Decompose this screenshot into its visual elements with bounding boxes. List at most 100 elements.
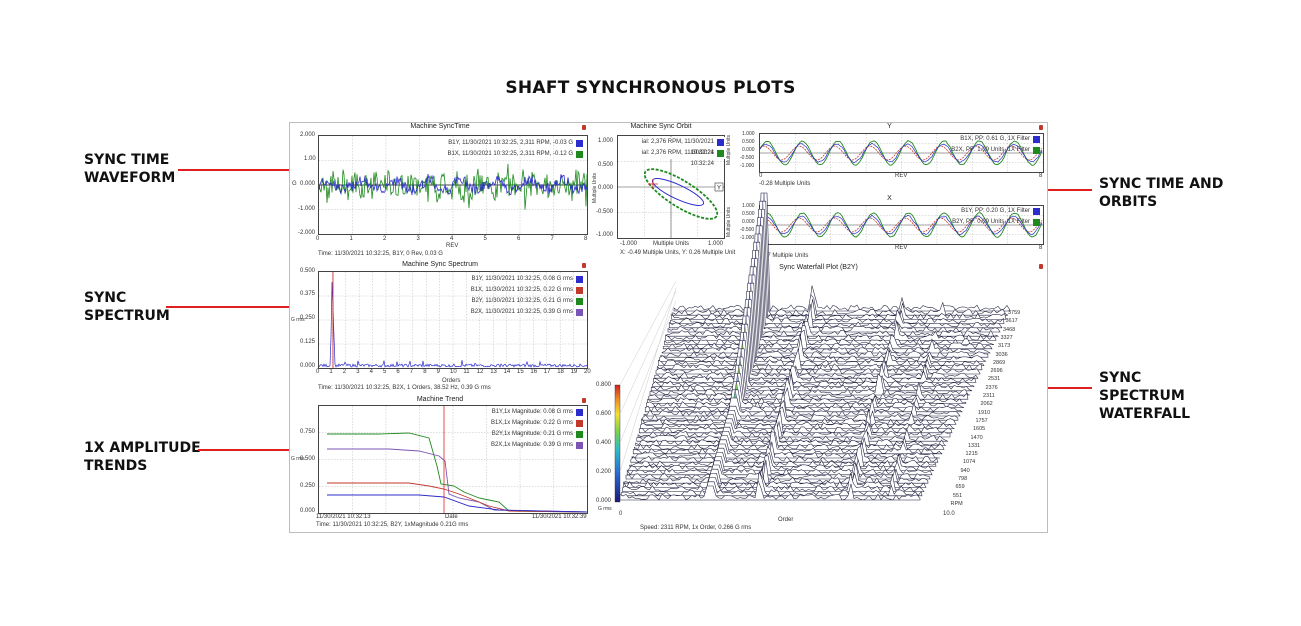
- y-axis-label: G: [292, 181, 297, 187]
- leader-line-amplitude-trends: [198, 449, 295, 451]
- trend-plot-area[interactable]: B1Y,1x Magnitude: 0.08 G rms B1X,1x Magn…: [318, 405, 588, 514]
- rpm-label: 3468: [1003, 326, 1016, 333]
- pin-icon[interactable]: [582, 398, 586, 403]
- x-tick: 1: [349, 236, 353, 242]
- y-tick: -0.500: [740, 155, 755, 161]
- y-tick: 0.000: [300, 181, 316, 187]
- x-tick: 8: [423, 369, 427, 375]
- rpm-label: 1331: [968, 442, 981, 449]
- rpm-label: 3617: [1005, 318, 1018, 325]
- legend-item-orbit-1[interactable]: ial: 2,376 RPM, 11/30/2021 10:32:24: [626, 137, 726, 156]
- y-axis-label: Multiple Units: [726, 134, 733, 166]
- rpm-label: 2376: [985, 384, 998, 391]
- rpm-label: 551: [953, 492, 963, 499]
- rpm-label: 1605: [973, 426, 986, 433]
- rpm-label: RPM: [950, 500, 963, 507]
- y-tick: 0.500: [598, 162, 614, 168]
- x-tick: 12: [476, 369, 484, 375]
- colorbar-tick: 0.600: [596, 411, 612, 417]
- x-tick: 5: [383, 369, 387, 375]
- pin-icon[interactable]: [582, 263, 586, 268]
- x-tick: 5: [483, 236, 487, 242]
- probe-y-title: Y: [887, 123, 892, 130]
- legend-item-orbit-2[interactable]: ial: 2,376 RPM, 11/30/2021 10:32:24: [626, 148, 726, 167]
- y-tick: -1.000: [740, 163, 755, 169]
- svg-text:Y: Y: [717, 186, 721, 192]
- colorbar-tick: 0.200: [596, 469, 612, 475]
- x-tick: 18: [557, 369, 564, 375]
- legend-item-b1y[interactable]: B1Y,1x Magnitude: 0.08 G rms: [475, 407, 585, 418]
- rpm-label: 3327: [1000, 334, 1013, 341]
- legend-item-b2x[interactable]: B2X, 11/30/2021 10:32:25, 0.39 G rms: [435, 307, 585, 318]
- y-tick: 0.000: [300, 508, 316, 514]
- x-tick: 16: [530, 369, 538, 375]
- sync-spectrum-title: Machine Sync Spectrum: [402, 261, 478, 268]
- x-axis-end: 11/30/2021 10:32:39: [532, 514, 587, 520]
- y-tick: 2.000: [300, 132, 316, 138]
- sync-time-plot-area[interactable]: B1Y, 11/30/2021 10:32:25, 2,311 RPM, -0.…: [318, 135, 588, 235]
- legend-item-b1x[interactable]: B1X, 11/30/2021 10:32:25, 0.22 G rms: [435, 285, 585, 296]
- y-tick: 0.500: [742, 139, 755, 145]
- legend-item-b1y[interactable]: B1Y, 11/30/2021 10:32:25, 0.08 G rms: [435, 274, 585, 285]
- x-tick: 14: [503, 369, 511, 375]
- legend-item-b2y[interactable]: B2Y,1x Magnitude: 0.21 G rms: [475, 429, 585, 440]
- probe-y-plot-area[interactable]: B1X, PP: 0.61 G, 1X Filter B2X, PP: 1.09…: [759, 133, 1044, 173]
- y-tick: -1.000: [298, 206, 316, 212]
- b2x-trend: [327, 448, 588, 513]
- status-readout: X: -0.49 Multiple Units, Y: 0.26 Multipl…: [620, 250, 736, 256]
- x-tick: 17: [543, 369, 551, 375]
- rpm-label: 3036: [995, 351, 1008, 358]
- colorbar-tick: 0.800: [596, 382, 612, 388]
- x-tick: 0: [316, 369, 320, 375]
- rpm-label: 1757: [975, 417, 988, 424]
- x-tick: 3: [416, 236, 420, 242]
- legend-item-b1x[interactable]: B1X, PP: 0.61 G, 1X Filter: [922, 134, 1042, 145]
- x-tick: 6: [517, 236, 521, 242]
- orbit-green: [643, 168, 719, 220]
- y-tick: 1.00: [304, 156, 316, 162]
- callout-amplitude-trends: 1X AMPLITUDE TRENDS: [84, 440, 201, 474]
- trend-panel: Machine Trend 0.750 0.500 0.250 0.000 G …: [290, 396, 590, 532]
- callout-sync-time-waveform: SYNC TIME WAVEFORM: [84, 152, 176, 186]
- legend-item-b1x[interactable]: B1X,1x Magnitude: 0.22 G rms: [475, 418, 585, 429]
- y-tick: -0.500: [740, 227, 755, 233]
- legend-item-b2y[interactable]: B2Y, 11/30/2021 10:32:25, 0.21 G rms: [435, 296, 585, 307]
- status-readout: Speed: 2311 RPM, 1x Order, 0.266 G rms: [640, 525, 752, 531]
- x-tick: 8: [1039, 245, 1043, 251]
- rpm-label: 2311: [983, 393, 995, 399]
- x-tick: 8: [1039, 173, 1043, 179]
- leader-line-sync-spectrum: [166, 306, 295, 308]
- y-tick: -1.000: [740, 235, 755, 241]
- sync-spectrum-plot-area[interactable]: B1Y, 11/30/2021 10:32:25, 0.08 G rms B1X…: [318, 271, 588, 369]
- x-tick: 11: [463, 369, 470, 375]
- pin-icon[interactable]: [582, 125, 586, 130]
- colorbar-unit: G rms: [598, 506, 612, 512]
- x-tick: 1.000: [708, 241, 724, 247]
- y-axis-label: G rms: [291, 317, 305, 323]
- x-tick: -1.000: [620, 241, 638, 247]
- legend-item-b1y[interactable]: B1Y, PP: 0.20 G, 1X Filter: [922, 206, 1042, 217]
- legend-item-b2x[interactable]: B2X, PP: 1.09 Units, 1X Filter: [922, 145, 1042, 156]
- x-axis-label: Multiple Units: [653, 241, 690, 247]
- y-tick: -1.000: [596, 232, 614, 238]
- y-tick: -0.500: [596, 209, 614, 215]
- x-tick: 10: [450, 369, 457, 375]
- colorbar-tick: 0.400: [596, 440, 612, 446]
- y-tick: 0.000: [598, 185, 614, 191]
- trend-title: Machine Trend: [416, 396, 464, 403]
- y-tick: 0.750: [300, 429, 316, 435]
- legend-item-b1x[interactable]: B1X, 11/30/2021 10:32:25, 2,311 RPM, -0.…: [385, 149, 585, 160]
- rpm-label: 1910: [978, 409, 991, 416]
- leader-line-sync-time: [178, 169, 295, 171]
- sync-spectrum-panel: Machine Sync Spectrum 0.500 0.375 0.250 …: [290, 261, 591, 396]
- probe-x-plot-area[interactable]: B1Y, PP: 0.20 G, 1X Filter B2Y, PP: 0.09…: [759, 205, 1044, 245]
- pin-icon[interactable]: [1039, 125, 1043, 130]
- y-tick: 1.000: [742, 203, 755, 209]
- legend-item-b2x[interactable]: B2X,1x Magnitude: 0.39 G rms: [475, 440, 585, 451]
- orbit-plot-area[interactable]: Y ial: 2,376 RPM, 11/30/2021 10:32:24 ia…: [617, 135, 726, 239]
- legend-item-b2y[interactable]: B2Y, PP: 0.09 Units, 1X Filter: [922, 217, 1042, 228]
- probe-y-panel: Y 1.000 0.500 0.000 -0.500 -1.000 Multip…: [726, 123, 1047, 193]
- legend-item-b1y[interactable]: B1Y, 11/30/2021 10:32:25, 2,311 RPM, -0.…: [385, 138, 585, 149]
- legend: B1X, PP: 0.61 G, 1X Filter B2X, PP: 1.09…: [922, 134, 1042, 156]
- colorbar-tick: 0.000: [596, 498, 612, 504]
